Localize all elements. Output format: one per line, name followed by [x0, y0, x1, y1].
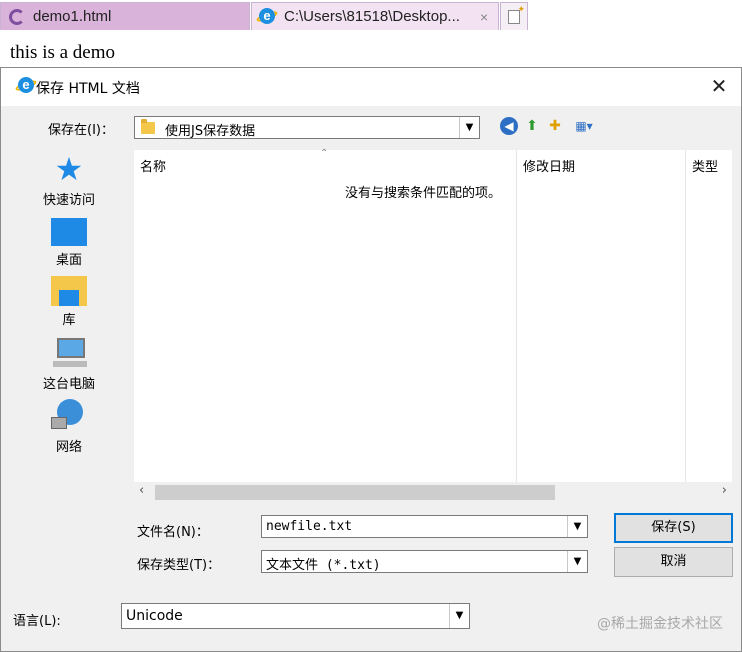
- filename-label: 文件名(N)：: [137, 525, 209, 540]
- folder-icon: [141, 119, 155, 134]
- browser-tabstrip: demo1.html e C:\Users\81518\Desktop... ×: [0, 0, 742, 30]
- ie-icon: e: [14, 77, 38, 95]
- horizontal-scrollbar[interactable]: ‹ ›: [134, 482, 732, 502]
- page-body-text: this is a demo: [10, 42, 116, 63]
- dialog-titlebar: e 保存 HTML 文档 ✕: [1, 68, 741, 106]
- place-network[interactable]: 网络: [31, 399, 107, 455]
- place-label: 这台电脑: [42, 377, 95, 392]
- filename-input[interactable]: newfile.txt ▼: [261, 515, 588, 538]
- back-icon[interactable]: ◀: [500, 117, 518, 135]
- place-quick-access[interactable]: ★ 快速访问: [31, 152, 107, 208]
- filetype-value: 文本文件 (*.txt): [266, 558, 381, 573]
- column-divider[interactable]: [685, 150, 686, 482]
- sort-ascending-icon: ⌃: [320, 148, 329, 159]
- network-globe-icon: [51, 399, 87, 433]
- file-list[interactable]: ⌃ 名称 修改日期 类型 没有与搜索条件匹配的项。: [134, 148, 732, 482]
- place-label: 网络: [55, 440, 82, 455]
- column-header-modified[interactable]: 修改日期: [523, 156, 575, 175]
- computer-icon: [51, 336, 87, 370]
- place-desktop[interactable]: 桌面: [31, 215, 107, 268]
- scroll-right-icon[interactable]: ›: [722, 483, 727, 498]
- scrollbar-thumb[interactable]: [155, 485, 555, 500]
- close-button[interactable]: ✕: [697, 68, 741, 106]
- new-tab-button[interactable]: [500, 2, 528, 30]
- dialog-title: 保存 HTML 文档: [36, 81, 140, 97]
- ie-icon: e: [255, 7, 279, 26]
- up-folder-icon[interactable]: ⬆: [523, 117, 541, 135]
- filename-value: newfile.txt: [266, 519, 353, 534]
- place-library[interactable]: 库: [31, 276, 107, 328]
- save-in-value: 使用JS保存数据: [165, 124, 256, 139]
- place-label: 库: [62, 313, 76, 328]
- new-tab-icon: [508, 4, 525, 24]
- save-dialog: e 保存 HTML 文档 ✕ 保存在(I)： 使用JS保存数据 ▼ ◀ ⬆ ✚ …: [0, 67, 742, 652]
- star-icon: ★: [54, 150, 84, 188]
- column-header-name[interactable]: 名称: [140, 156, 166, 175]
- save-in-select[interactable]: 使用JS保存数据 ▼: [134, 116, 480, 139]
- scroll-left-icon[interactable]: ‹: [139, 483, 144, 498]
- view-menu-icon[interactable]: ▦▾: [570, 117, 598, 135]
- language-value: Unicode: [126, 608, 183, 624]
- empty-message: 没有与搜索条件匹配的项。: [345, 186, 502, 201]
- filetype-select[interactable]: 文本文件 (*.txt) ▼: [261, 550, 588, 573]
- chevron-down-icon: ▼: [459, 117, 479, 138]
- library-icon: [51, 276, 87, 306]
- cancel-button[interactable]: 取消: [614, 547, 733, 577]
- new-folder-icon[interactable]: ✚: [546, 117, 564, 135]
- filetype-label: 保存类型(T)：: [137, 558, 221, 573]
- tab-demo1[interactable]: demo1.html: [0, 2, 250, 30]
- language-label: 语言(L):: [13, 614, 61, 629]
- tab-label: demo1.html: [33, 8, 112, 25]
- watermark: @稀土掘金技术社区: [597, 616, 723, 632]
- column-header-type[interactable]: 类型: [692, 156, 718, 175]
- tab-close-icon[interactable]: ×: [480, 9, 488, 25]
- language-select[interactable]: Unicode ▼: [121, 603, 470, 629]
- place-this-pc[interactable]: 这台电脑: [31, 336, 107, 392]
- save-in-label: 保存在(I)：: [48, 123, 114, 138]
- tab-label: C:\Users\81518\Desktop...: [284, 8, 460, 25]
- column-divider[interactable]: [516, 150, 517, 482]
- chevron-down-icon: ▼: [449, 604, 469, 628]
- place-label: 桌面: [55, 253, 82, 268]
- chevron-down-icon: ▼: [567, 551, 587, 572]
- desktop-icon: [51, 218, 87, 246]
- place-label: 快速访问: [42, 193, 95, 208]
- save-button[interactable]: 保存(S): [614, 513, 733, 543]
- loading-spinner-icon: [9, 8, 25, 25]
- tab-desktop-file[interactable]: e C:\Users\81518\Desktop... ×: [251, 2, 499, 30]
- chevron-down-icon[interactable]: ▼: [567, 516, 587, 537]
